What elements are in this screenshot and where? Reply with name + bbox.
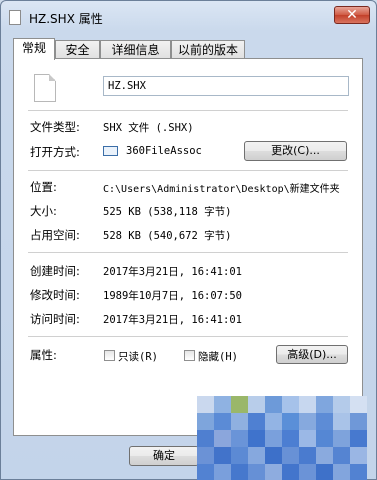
size-label: 大小: xyxy=(30,204,57,218)
tab-security[interactable]: 安全 xyxy=(55,40,100,59)
size-on-disk-label: 占用空间: xyxy=(30,228,80,242)
tab-previous-versions[interactable]: 以前的版本 xyxy=(171,40,245,59)
separator xyxy=(28,252,348,253)
accessed-value: 2017年3月21日, 16:41:01 xyxy=(103,314,242,326)
blurred-watermark xyxy=(197,396,377,480)
location-label: 位置: xyxy=(30,180,57,194)
hidden-checkbox[interactable] xyxy=(184,350,195,361)
separator xyxy=(28,170,348,171)
window-title: HZ.SHX 属性 xyxy=(29,12,103,26)
file-type-value: SHX 文件 (.SHX) xyxy=(103,122,194,134)
file-type-label: 文件类型: xyxy=(30,120,80,134)
tab-details[interactable]: 详细信息 xyxy=(100,40,171,59)
title-bar[interactable]: HZ.SHX 属性 ✕ xyxy=(1,1,376,33)
created-value: 2017年3月21日, 16:41:01 xyxy=(103,266,242,278)
separator xyxy=(28,110,348,111)
advanced-button[interactable]: 高级(D)... xyxy=(276,345,348,364)
created-label: 创建时间: xyxy=(30,264,80,278)
modified-value: 1989年10月7日, 16:07:50 xyxy=(103,290,242,302)
attributes-label: 属性: xyxy=(30,348,57,362)
size-value: 525 KB (538,118 字节) xyxy=(103,206,232,218)
tab-general[interactable]: 常规 xyxy=(13,38,55,60)
file-icon xyxy=(9,10,21,25)
change-button[interactable]: 更改(C)... xyxy=(244,141,347,161)
location-value: C:\Users\Administrator\Desktop\新建文件夹 xyxy=(103,184,340,195)
opens-with-value: 360FileAssoc xyxy=(126,145,202,157)
file-icon xyxy=(34,74,56,102)
hidden-label[interactable]: 隐藏(H) xyxy=(198,349,238,364)
opens-with-label: 打开方式: xyxy=(30,145,80,159)
readonly-label[interactable]: 只读(R) xyxy=(118,349,158,364)
app-icon xyxy=(103,146,118,156)
modified-label: 修改时间: xyxy=(30,288,80,302)
accessed-label: 访问时间: xyxy=(30,312,80,326)
general-panel: HZ.SHX 文件类型: SHX 文件 (.SHX) 打开方式: 360File… xyxy=(13,58,363,436)
separator xyxy=(28,336,348,337)
readonly-checkbox[interactable] xyxy=(104,350,115,361)
filename-field[interactable]: HZ.SHX xyxy=(103,76,349,96)
size-on-disk-value: 528 KB (540,672 字节) xyxy=(103,230,232,242)
close-button[interactable]: ✕ xyxy=(334,6,370,24)
ok-button[interactable]: 确定 xyxy=(129,446,199,466)
